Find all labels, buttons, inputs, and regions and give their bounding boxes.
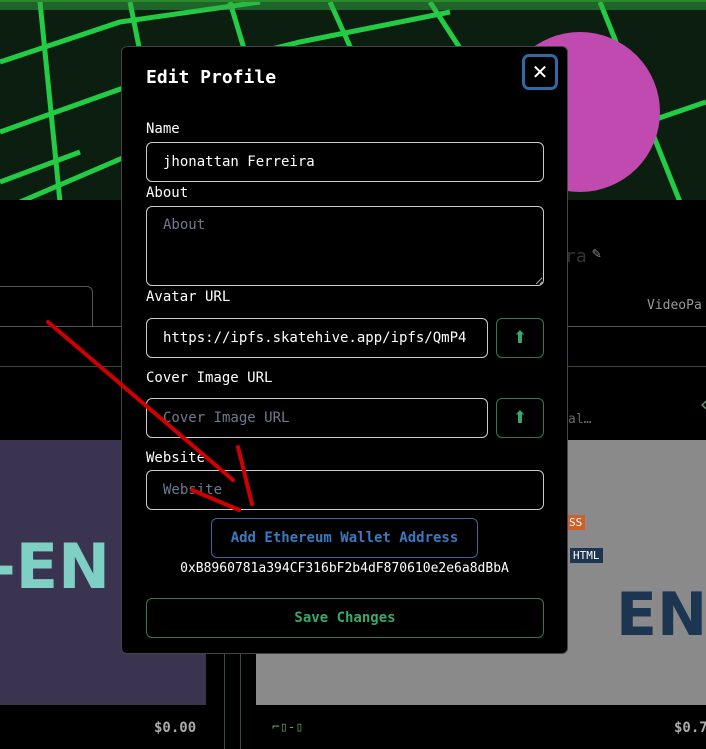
website-label: Website bbox=[146, 450, 206, 466]
wallet-address: 0xB8960781a394CF316bF2b4dF870610e2e6a8dB… bbox=[180, 561, 509, 576]
edit-profile-modal: Edit Profile ✕ Name About Avatar URL ⬆ C… bbox=[121, 46, 568, 654]
card-price: $0.7 bbox=[674, 720, 706, 736]
card-art-text: END bbox=[616, 580, 706, 650]
add-ethereum-wallet-button[interactable]: Add Ethereum Wallet Address bbox=[211, 518, 478, 558]
save-changes-button[interactable]: Save Changes bbox=[146, 598, 544, 638]
cover-url-label: Cover Image URL bbox=[146, 370, 273, 386]
chevron-left-icon[interactable]: ‹ bbox=[698, 392, 706, 416]
profile-name-fragment: ra bbox=[565, 246, 587, 267]
cover-url-input[interactable] bbox=[146, 398, 488, 438]
avatar-url-label: Avatar URL bbox=[146, 289, 231, 305]
name-input[interactable] bbox=[146, 142, 544, 182]
card-badge: HTML bbox=[570, 548, 603, 563]
active-tab[interactable] bbox=[0, 286, 93, 327]
upload-icon: ⬆ bbox=[512, 328, 528, 347]
close-button[interactable]: ✕ bbox=[522, 54, 558, 90]
card-title-snippet: al… bbox=[568, 412, 592, 427]
website-input[interactable] bbox=[146, 470, 544, 510]
upload-icon: ⬆ bbox=[512, 408, 528, 427]
card-art-text: -EN bbox=[0, 530, 110, 603]
tab-videoparts[interactable]: VideoPa bbox=[647, 298, 702, 313]
pencil-icon[interactable]: ✎ bbox=[592, 244, 601, 262]
about-label: About bbox=[146, 185, 189, 201]
card-badge: SS bbox=[566, 515, 586, 530]
close-icon: ✕ bbox=[531, 61, 549, 84]
card-price: $0.00 bbox=[154, 720, 197, 736]
avatar-url-input[interactable] bbox=[146, 318, 488, 358]
upload-avatar-button[interactable]: ⬆ bbox=[496, 318, 544, 358]
upload-cover-button[interactable]: ⬆ bbox=[496, 398, 544, 438]
name-label: Name bbox=[146, 121, 180, 137]
modal-title: Edit Profile bbox=[146, 67, 277, 88]
card-icons: ⌐▯-▯ bbox=[272, 720, 304, 735]
about-textarea[interactable] bbox=[146, 206, 544, 286]
